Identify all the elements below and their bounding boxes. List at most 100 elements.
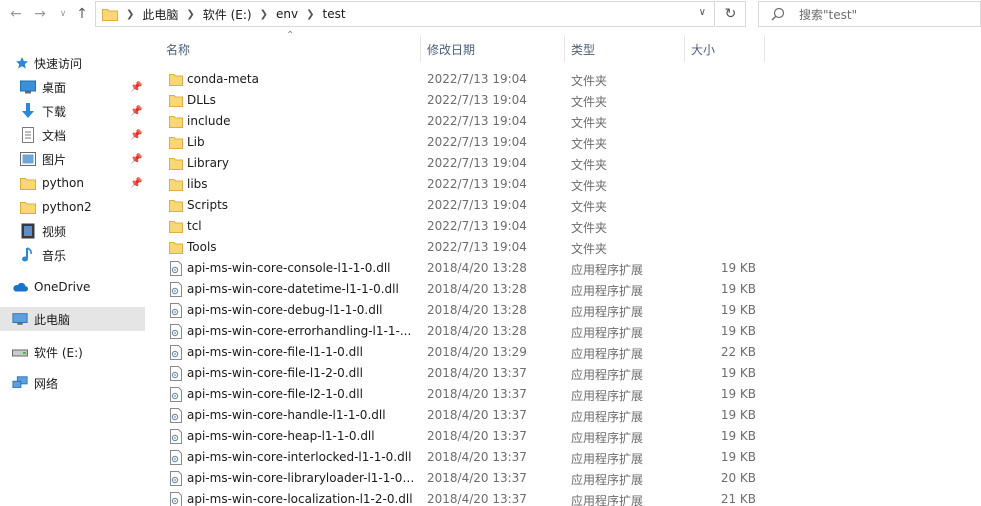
file-type: 应用程序扩展: [571, 326, 644, 340]
file-row[interactable]: Library 2022/7/13 19:04 文件夹: [160, 153, 800, 174]
file-type: 应用程序扩展: [571, 368, 644, 382]
breadcrumb-this-pc[interactable]: 此电脑: [142, 6, 178, 23]
file-row[interactable]: api-ms-win-core-file-l1-1-0.dll 2018/4/20…: [160, 342, 800, 363]
column-divider[interactable]: [764, 36, 765, 62]
sidebar-item-pictures[interactable]: 图片 📌: [0, 147, 145, 171]
sidebar-item-this-pc[interactable]: 此电脑: [0, 307, 145, 331]
sidebar-item-label: python: [42, 176, 84, 190]
file-name[interactable]: libs: [187, 177, 415, 191]
sidebar-item-network[interactable]: 网络: [0, 371, 145, 395]
file-row[interactable]: api-ms-win-core-libraryloader-l1-1-0....…: [160, 468, 800, 489]
pin-icon[interactable]: 📌: [130, 130, 142, 141]
file-row[interactable]: api-ms-win-core-handle-l1-1-0.dll 2018/4/…: [160, 405, 800, 426]
file-row[interactable]: libs 2022/7/13 19:04 文件夹: [160, 174, 800, 195]
file-name[interactable]: api-ms-win-core-console-l1-1-0.dll: [187, 261, 415, 275]
file-row[interactable]: conda-meta 2022/7/13 19:04 文件夹: [160, 69, 800, 90]
column-divider[interactable]: [564, 36, 565, 62]
search-box[interactable]: 搜索"test": [758, 1, 981, 27]
column-divider[interactable]: [420, 36, 421, 62]
sidebar-item-onedrive[interactable]: OneDrive: [0, 275, 145, 299]
sidebar-item-python2[interactable]: python2: [0, 195, 145, 219]
file-name[interactable]: api-ms-win-core-interlocked-l1-1-0.dll: [187, 450, 415, 464]
file-name[interactable]: api-ms-win-core-file-l1-2-0.dll: [187, 366, 415, 380]
address-bar[interactable]: ❯ 此电脑 ❯ 软件 (E:) ❯ env ❯ test ∨: [95, 1, 715, 27]
refresh-button[interactable]: ↻: [716, 1, 746, 27]
file-row[interactable]: api-ms-win-core-file-l1-2-0.dll 2018/4/20…: [160, 363, 800, 384]
breadcrumb-separator[interactable]: ❯: [260, 9, 268, 20]
file-row[interactable]: api-ms-win-core-localization-l1-2-0.dll 2…: [160, 489, 800, 506]
sidebar-item-label: 快速访问: [34, 56, 83, 71]
file-type: 应用程序扩展: [571, 494, 644, 506]
file-row[interactable]: api-ms-win-core-heap-l1-1-0.dll 2018/4/20…: [160, 426, 800, 447]
back-button[interactable]: ←: [6, 4, 26, 24]
file-modified-date: 2022/7/13 19:04: [427, 156, 527, 170]
pin-icon[interactable]: 📌: [130, 178, 142, 189]
file-name[interactable]: api-ms-win-core-localization-l1-2-0.dll: [187, 492, 415, 506]
sidebar-item-desktop[interactable]: 桌面 📌: [0, 75, 145, 99]
file-name[interactable]: api-ms-win-core-file-l2-1-0.dll: [187, 387, 415, 401]
sidebar-item-music[interactable]: 音乐: [0, 243, 145, 267]
file-name[interactable]: api-ms-win-core-handle-l1-1-0.dll: [187, 408, 415, 422]
forward-button[interactable]: →: [30, 4, 50, 24]
breadcrumb-separator[interactable]: ❯: [306, 9, 314, 20]
sidebar-item-downloads[interactable]: 下载 📌: [0, 99, 145, 123]
file-row[interactable]: api-ms-win-core-file-l2-1-0.dll 2018/4/20…: [160, 384, 800, 405]
file-modified-date: 2022/7/13 19:04: [427, 93, 527, 107]
file-row[interactable]: include 2022/7/13 19:04 文件夹: [160, 111, 800, 132]
column-divider[interactable]: [684, 36, 685, 62]
search-placeholder[interactable]: 搜索"test": [799, 6, 857, 23]
file-row[interactable]: Tools 2022/7/13 19:04 文件夹: [160, 237, 800, 258]
file-type: 应用程序扩展: [571, 452, 644, 466]
up-button[interactable]: ↑: [72, 4, 92, 24]
column-header-type[interactable]: 类型: [571, 41, 595, 58]
breadcrumb-separator[interactable]: ❯: [126, 9, 134, 20]
file-name[interactable]: api-ms-win-core-datetime-l1-1-0.dll: [187, 282, 415, 296]
column-header-date[interactable]: 修改日期: [427, 41, 475, 58]
breadcrumb-drive[interactable]: 软件 (E:): [203, 6, 252, 23]
breadcrumb-separator[interactable]: ❯: [186, 9, 194, 20]
recent-locations-button[interactable]: ∨: [53, 4, 73, 24]
file-name[interactable]: Tools: [187, 240, 415, 254]
file-name[interactable]: api-ms-win-core-file-l1-1-0.dll: [187, 345, 415, 359]
sidebar-item-drive-e[interactable]: 软件 (E:): [0, 340, 145, 364]
file-type: 应用程序扩展: [571, 410, 644, 424]
breadcrumb-test[interactable]: test: [322, 7, 345, 21]
sidebar-item-quick-access[interactable]: 快速访问: [0, 51, 145, 75]
pin-icon[interactable]: 📌: [130, 82, 142, 93]
pin-icon[interactable]: 📌: [130, 154, 142, 165]
file-name[interactable]: DLLs: [187, 93, 415, 107]
sidebar-item-documents[interactable]: 文档 📌: [0, 123, 145, 147]
breadcrumb-env[interactable]: env: [276, 7, 298, 21]
file-modified-date: 2018/4/20 13:37: [427, 471, 527, 485]
column-header-size[interactable]: 大小: [691, 41, 715, 58]
file-row[interactable]: api-ms-win-core-debug-l1-1-0.dll 2018/4/2…: [160, 300, 800, 321]
dll-file-icon: [170, 366, 182, 381]
file-modified-date: 2018/4/20 13:29: [427, 345, 527, 359]
file-row[interactable]: DLLs 2022/7/13 19:04 文件夹: [160, 90, 800, 111]
file-name[interactable]: api-ms-win-core-libraryloader-l1-1-0....: [187, 471, 415, 485]
file-row[interactable]: api-ms-win-core-interlocked-l1-1-0.dll 20…: [160, 447, 800, 468]
file-name[interactable]: include: [187, 114, 415, 128]
file-list: ⌃ 名称 修改日期 类型 大小 conda-meta 2022/7/13 19:0…: [160, 30, 981, 506]
file-modified-date: 2022/7/13 19:04: [427, 114, 527, 128]
sidebar-item-python[interactable]: python 📌: [0, 171, 145, 195]
file-row[interactable]: api-ms-win-core-errorhandling-l1-1-... 20…: [160, 321, 800, 342]
file-row[interactable]: Scripts 2022/7/13 19:04 文件夹: [160, 195, 800, 216]
file-name[interactable]: Lib: [187, 135, 415, 149]
file-name[interactable]: api-ms-win-core-debug-l1-1-0.dll: [187, 303, 415, 317]
file-row[interactable]: api-ms-win-core-console-l1-1-0.dll 2018/4…: [160, 258, 800, 279]
file-name[interactable]: api-ms-win-core-errorhandling-l1-1-...: [187, 324, 415, 338]
file-name[interactable]: api-ms-win-core-heap-l1-1-0.dll: [187, 429, 415, 443]
chevron-down-icon[interactable]: ∨: [699, 7, 706, 18]
pin-icon[interactable]: 📌: [130, 106, 142, 117]
column-header-name[interactable]: 名称: [166, 41, 190, 58]
sidebar-item-videos[interactable]: 视频: [0, 219, 145, 243]
drive-icon: [12, 344, 28, 360]
file-name[interactable]: Library: [187, 156, 415, 170]
file-row[interactable]: api-ms-win-core-datetime-l1-1-0.dll 2018/…: [160, 279, 800, 300]
file-name[interactable]: tcl: [187, 219, 415, 233]
file-row[interactable]: Lib 2022/7/13 19:04 文件夹: [160, 132, 800, 153]
file-name[interactable]: conda-meta: [187, 72, 415, 86]
file-name[interactable]: Scripts: [187, 198, 415, 212]
file-row[interactable]: tcl 2022/7/13 19:04 文件夹: [160, 216, 800, 237]
